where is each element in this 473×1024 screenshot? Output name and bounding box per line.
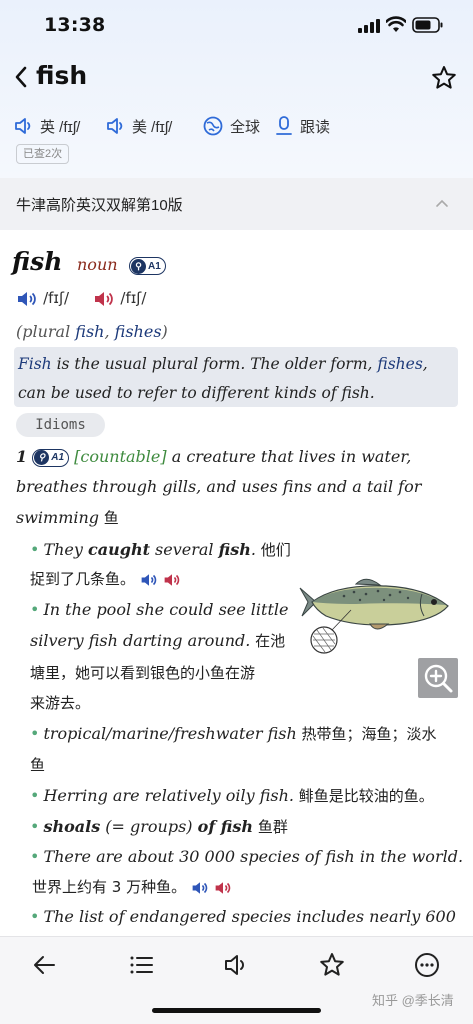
wifi-icon bbox=[386, 16, 406, 32]
fish-illustration bbox=[299, 578, 449, 654]
pron-line: /fɪʃ/ /fɪʃ/ bbox=[16, 288, 146, 308]
chevron-up-icon[interactable] bbox=[434, 196, 450, 212]
speaker-uk-icon[interactable] bbox=[140, 572, 158, 588]
page-title: fish bbox=[36, 61, 88, 90]
speaker-us-icon[interactable] bbox=[93, 290, 115, 308]
ipa-us: /fɪʃ/ bbox=[120, 289, 147, 307]
global-label: 全球 bbox=[230, 118, 261, 136]
pron-uk-label: 英 /fɪʃ/ bbox=[40, 118, 81, 136]
pron-us-button[interactable]: 美 /fɪʃ/ bbox=[106, 114, 172, 138]
oxford-key-icon: ⚲ bbox=[131, 258, 146, 274]
example-1-translation: 捉到了几条鱼。 bbox=[30, 568, 181, 589]
example-2-translation: 塘里，她可以看到银色的小鱼在游 bbox=[30, 664, 256, 682]
star-icon[interactable] bbox=[318, 951, 346, 979]
grammar-label: [countable] bbox=[74, 447, 167, 466]
list-icon[interactable] bbox=[127, 951, 155, 979]
level-badge: ⚲ A1 bbox=[129, 257, 166, 275]
sense-level-badge: ⚲ A1 bbox=[32, 448, 70, 467]
bullet: • bbox=[30, 540, 40, 559]
speaker-icon bbox=[15, 118, 31, 134]
sense-1-line-3: swimming 鱼 bbox=[16, 508, 119, 527]
example-3: • tropical/marine/freshwater fish 热带鱼；海鱼；… bbox=[30, 724, 437, 743]
speaker-us-icon[interactable] bbox=[214, 880, 232, 896]
pron-uk-button[interactable]: 英 /fɪʃ/ bbox=[14, 114, 80, 138]
pron-us-label: 美 /fɪʃ/ bbox=[132, 118, 173, 136]
example-6: • There are about 30 000 species of fish … bbox=[30, 847, 464, 866]
sense-1-line-1: 1 ⚲ A1 [countable] a creature that lives … bbox=[16, 447, 412, 467]
example-1: • They caught several fish. 他们 bbox=[30, 540, 291, 559]
audio-icon[interactable] bbox=[222, 951, 250, 979]
part-of-speech: noun bbox=[77, 255, 118, 274]
speaker-us-icon[interactable] bbox=[163, 572, 181, 588]
globe-icon bbox=[203, 116, 223, 136]
example-6-translation: 世界上约有 3 万种鱼。 bbox=[32, 876, 232, 897]
example-3-translation: 鱼 bbox=[30, 756, 46, 774]
speaker-uk-icon[interactable] bbox=[16, 290, 38, 308]
mic-icon bbox=[276, 116, 292, 135]
idioms-button[interactable]: Idioms bbox=[16, 413, 105, 437]
battery-icon bbox=[412, 17, 443, 33]
example-4: • Herring are relatively oily fish. 鲱鱼是比较… bbox=[30, 786, 434, 805]
example-2: • In the pool she could see little bbox=[30, 600, 289, 619]
more-icon[interactable] bbox=[413, 951, 441, 979]
example-7: • The list of endangered species includes… bbox=[30, 907, 456, 926]
example-5: • shoals (= groups) of fish 鱼群 bbox=[30, 817, 288, 836]
status-time: 13:38 bbox=[44, 14, 106, 36]
favorite-star-icon[interactable] bbox=[430, 64, 458, 92]
watermark: 知乎 @季长清 bbox=[372, 993, 454, 1008]
example-2-translation-2: 来游去。 bbox=[30, 694, 91, 712]
status-bar: 13:38 bbox=[0, 0, 473, 52]
dictionary-header[interactable]: 牛津高阶英汉双解第10版 bbox=[0, 178, 473, 230]
speaker-icon bbox=[107, 118, 123, 134]
zoom-button[interactable] bbox=[418, 658, 458, 698]
example-2-line-2: silvery fish darting around. 在池 bbox=[30, 631, 286, 650]
back-arrow-icon[interactable] bbox=[31, 951, 59, 979]
sense-1-line-2: breathes through gills, and uses fins an… bbox=[16, 477, 422, 496]
entry-headword: fish bbox=[12, 247, 63, 276]
follow-read-button[interactable]: 跟读 bbox=[274, 114, 330, 138]
zoom-in-icon bbox=[424, 664, 453, 693]
usage-note: Fish is the usual plural form. The older… bbox=[14, 347, 458, 407]
lookup-count-badge: 已查2次 bbox=[16, 144, 70, 164]
global-button[interactable]: 全球 bbox=[202, 114, 260, 138]
back-button[interactable] bbox=[12, 64, 32, 90]
home-indicator[interactable] bbox=[152, 1008, 321, 1013]
speaker-uk-icon[interactable] bbox=[191, 880, 209, 896]
dictionary-name: 牛津高阶英汉双解第10版 bbox=[16, 197, 183, 214]
signal-icon bbox=[358, 19, 380, 33]
plural-info: (plural fish, fishes) bbox=[16, 322, 168, 341]
follow-read-label: 跟读 bbox=[300, 118, 331, 136]
ipa-uk: /fɪʃ/ bbox=[43, 289, 70, 307]
